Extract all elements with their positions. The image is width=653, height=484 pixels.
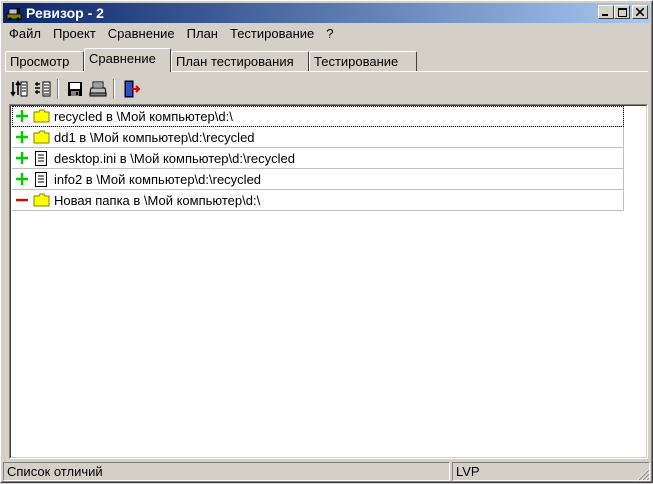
tab-test-plan[interactable]: План тестирования — [171, 51, 309, 72]
menu-help[interactable]: ? — [320, 24, 339, 44]
list-item-label: info2 в \Мой компьютер\d:\recycled — [54, 171, 262, 187]
tab-testing[interactable]: Тестирование — [309, 51, 417, 72]
menu-file[interactable]: Файл — [3, 24, 47, 44]
list-item-label: dd1 в \Мой компьютер\d:\recycled — [54, 129, 255, 145]
app-window: Ревизор - 2 Файл Проект Сравнение План Т… — [0, 0, 653, 483]
save-button[interactable] — [63, 78, 86, 100]
list-item[interactable]: desktop.ini в \Мой компьютер\d:\recycled — [12, 148, 624, 169]
toolbar — [7, 77, 142, 101]
folder-icon — [32, 191, 50, 209]
exit-button[interactable] — [119, 78, 142, 100]
list-item[interactable]: dd1 в \Мой компьютер\d:\recycled — [12, 127, 624, 148]
app-icon[interactable] — [6, 5, 22, 21]
minimize-button[interactable] — [598, 5, 614, 19]
menu-plan[interactable]: План — [181, 24, 224, 44]
compare-columns-button[interactable] — [7, 78, 30, 100]
file-icon — [32, 170, 50, 188]
added-icon — [13, 170, 31, 188]
menu-testing[interactable]: Тестирование — [224, 24, 320, 44]
removed-icon — [13, 191, 31, 209]
compare-columns-icon — [9, 80, 27, 97]
close-button[interactable] — [632, 5, 648, 19]
file-icon — [32, 149, 50, 167]
list-item-label: desktop.ini в \Мой компьютер\d:\recycled — [54, 150, 295, 166]
status-text: Список отличий — [3, 462, 450, 481]
close-icon — [636, 8, 644, 16]
added-icon — [13, 149, 31, 167]
toolbar-separator — [57, 79, 59, 99]
list-item[interactable]: info2 в \Мой компьютер\d:\recycled — [12, 169, 624, 190]
list-item-label: recycled в \Мой компьютер\d:\ — [54, 108, 233, 124]
window-title: Ревизор - 2 — [26, 5, 104, 21]
added-icon — [13, 107, 31, 125]
minimize-icon — [602, 14, 608, 16]
menu-bar: Файл Проект Сравнение План Тестирование … — [3, 24, 340, 44]
save-icon — [67, 82, 82, 96]
maximize-button[interactable] — [614, 5, 630, 19]
print-icon — [88, 81, 107, 97]
title-bar[interactable]: Ревизор - 2 — [3, 3, 650, 23]
folder-icon — [32, 128, 50, 146]
menu-project[interactable]: Проект — [47, 24, 102, 44]
folder-icon — [32, 107, 50, 125]
diff-list[interactable]: recycled в \Мой компьютер\d:\ dd1 в \Мой… — [9, 104, 648, 459]
status-user: LVP — [452, 462, 650, 481]
list-item[interactable]: recycled в \Мой компьютер\d:\ — [12, 106, 624, 127]
toolbar-separator — [113, 79, 115, 99]
status-bar: Список отличий LVP — [3, 462, 650, 481]
exit-icon — [124, 80, 140, 98]
print-button[interactable] — [86, 78, 109, 100]
menu-compare[interactable]: Сравнение — [102, 24, 181, 44]
compare-list-icon — [34, 81, 50, 97]
compare-list-button[interactable] — [30, 78, 53, 100]
resize-grip-icon[interactable] — [636, 467, 650, 481]
list-item[interactable]: Новая папка в \Мой компьютер\d:\ — [12, 190, 624, 211]
caption-buttons — [598, 5, 648, 19]
tab-compare[interactable]: Сравнение — [84, 48, 171, 72]
added-icon — [13, 128, 31, 146]
tab-view[interactable]: Просмотр — [5, 51, 84, 72]
list-item-label: Новая папка в \Мой компьютер\d:\ — [54, 192, 261, 208]
maximize-icon — [617, 7, 627, 17]
